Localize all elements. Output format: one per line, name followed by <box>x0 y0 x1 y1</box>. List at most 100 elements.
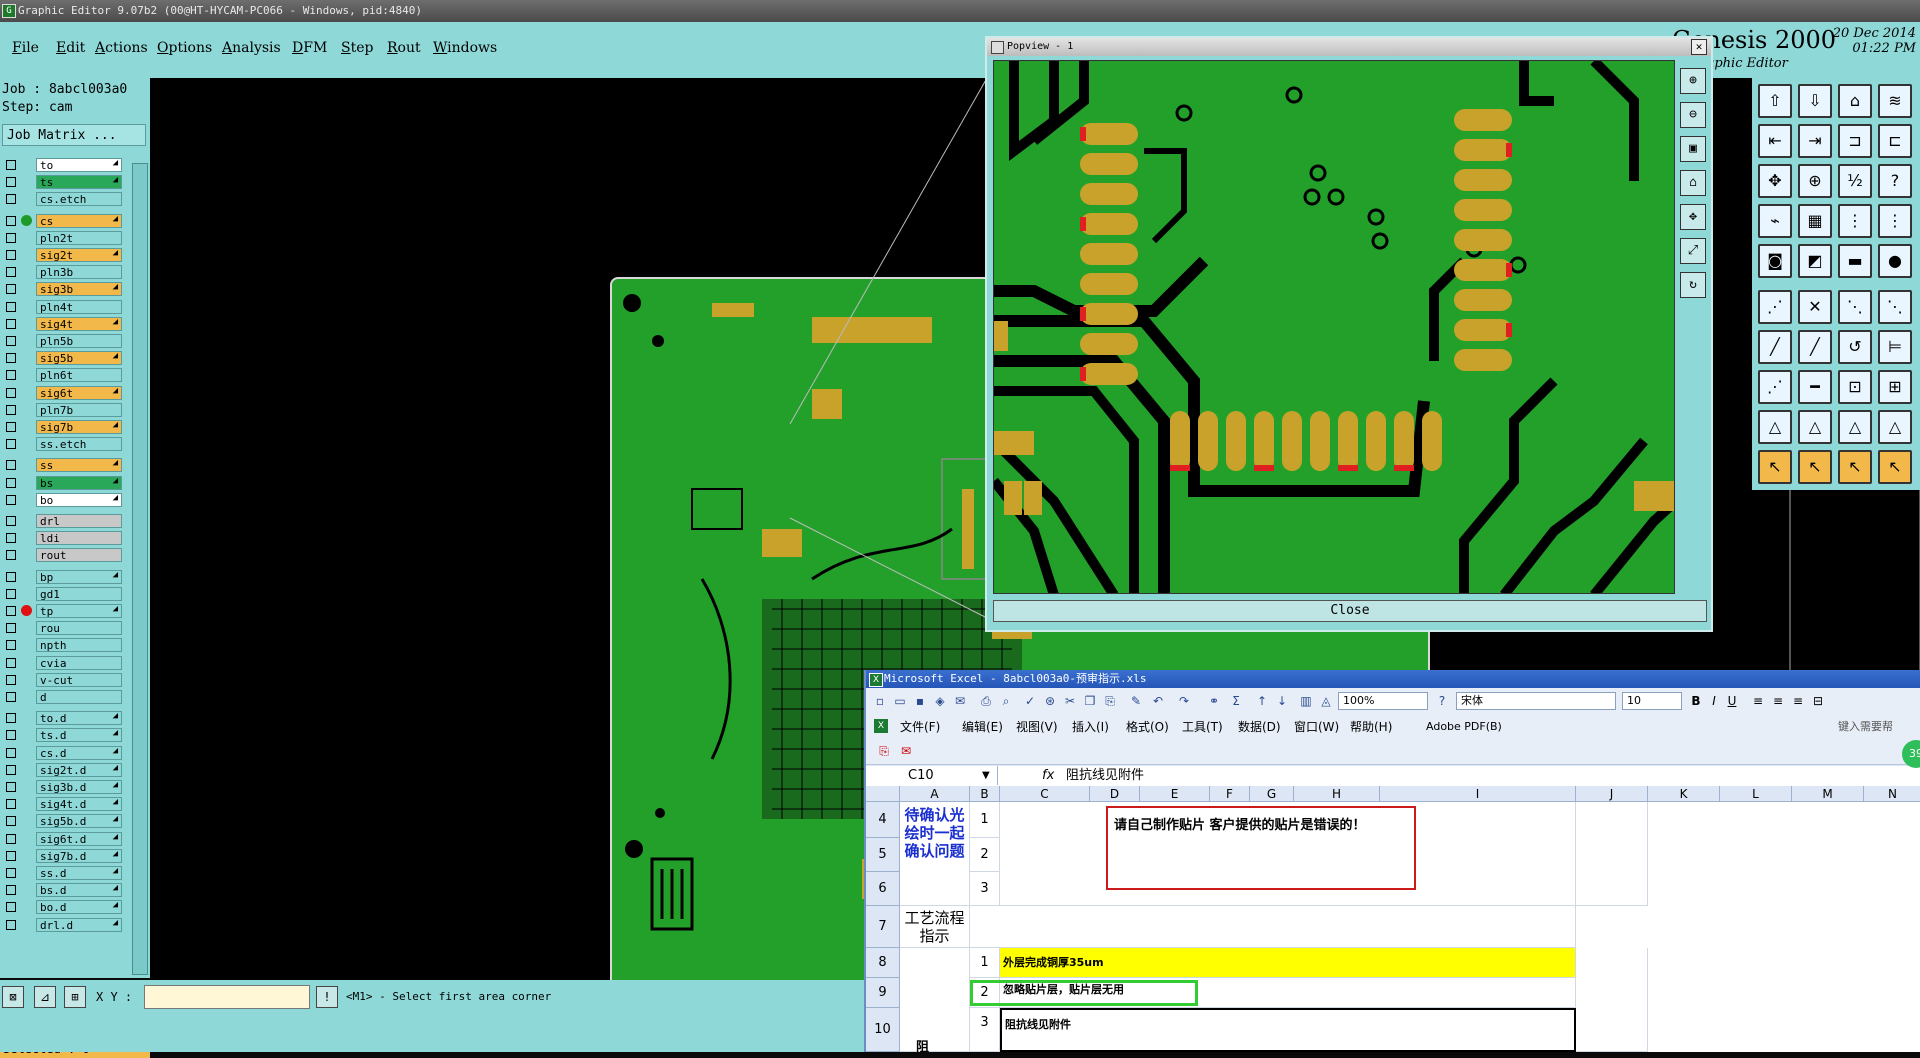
layer-name[interactable]: sig5b <box>36 351 122 366</box>
layer-checkbox[interactable] <box>6 439 16 450</box>
merge-center-icon[interactable]: ⊟ <box>1810 693 1826 709</box>
col-header-j[interactable]: J <box>1576 786 1648 802</box>
layer-arrow-icon[interactable]: ◢ <box>113 175 118 185</box>
comment-note[interactable]: 请自己制作贴片 客户提供的贴片是错误的！ <box>1106 806 1416 890</box>
layer-arrow-icon[interactable]: ◢ <box>113 386 118 396</box>
col-header-e[interactable]: E <box>1140 786 1210 802</box>
xl-menu-format[interactable]: 格式(O) <box>1126 716 1169 738</box>
layer-checkbox[interactable] <box>6 816 16 827</box>
zoom-select[interactable]: 100% <box>1338 692 1428 710</box>
menu-actions[interactable]: Actions <box>95 40 148 56</box>
layer-row-sig2t[interactable]: sig2t ◢ <box>4 248 122 262</box>
popview-titlebar[interactable]: Popview - 1 ✕ <box>987 38 1711 56</box>
layer-row-v-cut[interactable]: v-cut <box>4 672 122 687</box>
layer-name[interactable]: bp <box>36 569 122 584</box>
cell-a7[interactable]: 工艺流程指示 <box>900 906 970 948</box>
layer-checkbox[interactable] <box>6 318 16 329</box>
snap-icon[interactable]: ⊠ <box>2 986 24 1008</box>
layer-checkbox[interactable] <box>6 713 16 724</box>
layer-row-cs[interactable]: cs ◢ <box>4 213 122 228</box>
layer-checkbox[interactable] <box>6 232 16 243</box>
layer-checkbox[interactable] <box>6 177 16 188</box>
layer-row-pln5b[interactable]: pln5b <box>4 334 122 348</box>
layer-arrow-icon[interactable]: ◢ <box>113 158 118 168</box>
layer-name[interactable]: sig4t.d <box>36 797 122 812</box>
layer-name[interactable]: cs <box>36 213 122 228</box>
close-icon[interactable]: ✕ <box>1691 39 1707 55</box>
arc-icon[interactable]: ↺ <box>1838 330 1872 364</box>
col-header-k[interactable]: K <box>1648 786 1720 802</box>
layer-arrow-icon[interactable]: ◢ <box>113 282 118 292</box>
open-icon[interactable]: ▭ <box>892 693 908 709</box>
layer-checkbox[interactable] <box>6 764 16 775</box>
row-header-8[interactable]: 8 <box>866 948 900 978</box>
pad-icon[interactable]: ◙ <box>1758 244 1792 278</box>
layer-name[interactable]: ss <box>36 458 122 473</box>
layer-name[interactable]: cs.etch <box>36 192 122 207</box>
vertex-icon[interactable]: ⋰ <box>1758 370 1792 404</box>
layer-row-cs-etch[interactable]: cs.etch <box>4 192 122 207</box>
layer-row-sig4t[interactable]: sig4t ◢ <box>4 316 122 331</box>
col-header-b[interactable]: B <box>970 786 1000 802</box>
layer-checkbox[interactable] <box>6 353 16 364</box>
redraw-icon[interactable]: ⌁ <box>1758 204 1792 238</box>
print-icon[interactable]: ⎙ <box>978 693 994 709</box>
font-select[interactable]: 宋体 <box>1456 692 1616 710</box>
cell-b5[interactable]: 2 <box>970 838 1000 872</box>
fit-b-icon[interactable]: ⊞ <box>1878 370 1912 404</box>
layer-name[interactable]: bs.d <box>36 883 122 898</box>
align-right-icon[interactable]: ⇥ <box>1798 124 1832 158</box>
cell-j8-range[interactable] <box>1576 948 1648 1052</box>
layer-row-drl-d[interactable]: drl.d ◢ <box>4 917 122 932</box>
zoom-in-icon[interactable]: ⊕ <box>1680 68 1706 94</box>
col-header-f[interactable]: F <box>1210 786 1250 802</box>
formula-input[interactable]: 阻抗线见附件 <box>1066 766 1144 786</box>
layer-checkbox[interactable] <box>6 215 16 226</box>
menu-step[interactable]: Step <box>341 40 373 56</box>
layer-checkbox[interactable] <box>6 588 16 599</box>
layer-name[interactable]: sig6t.d <box>36 831 122 846</box>
layer-checkbox[interactable] <box>6 301 16 312</box>
node-c-icon[interactable]: ⋱ <box>1878 290 1912 324</box>
layer-name[interactable]: pln3b <box>36 265 122 280</box>
layer-arrow-icon[interactable]: ◢ <box>113 604 118 614</box>
layer-checkbox[interactable] <box>6 494 16 505</box>
excel-titlebar[interactable]: X Microsoft Excel - 8abcl003a0-预审指示.xls <box>866 670 1920 688</box>
layer-arrow-icon[interactable]: ◢ <box>113 476 118 486</box>
pan-icon[interactable]: ✥ <box>1680 204 1706 230</box>
col-header-h[interactable]: H <box>1294 786 1380 802</box>
layer-name[interactable]: pln6t <box>36 368 122 383</box>
layer-row-cs-d[interactable]: cs.d ◢ <box>4 745 122 760</box>
layer-arrow-icon[interactable]: ◢ <box>113 214 118 224</box>
layer-row-ts-d[interactable]: ts.d ◢ <box>4 728 122 743</box>
home-icon[interactable]: ⌂ <box>1838 84 1872 118</box>
layer-row-bo[interactable]: bo ◢ <box>4 492 122 507</box>
layer-arrow-icon[interactable]: ◢ <box>113 763 118 773</box>
alert-icon[interactable]: ! <box>316 986 338 1008</box>
pointer-a-icon[interactable]: ↖ <box>1758 450 1792 484</box>
layer-name[interactable]: sig3b <box>36 282 122 297</box>
layer-name[interactable]: ldi <box>36 531 122 546</box>
delete-node-icon[interactable]: ✕ <box>1798 290 1832 324</box>
layer-row-pln6t[interactable]: pln6t <box>4 368 122 383</box>
menu-options[interactable]: Options <box>157 40 212 56</box>
layer-row-bo-d[interactable]: bo.d ◢ <box>4 900 122 915</box>
print-preview-icon[interactable]: ⌕ <box>998 693 1014 709</box>
layer-name[interactable]: ss.d <box>36 866 122 880</box>
layer-arrow-icon[interactable]: ◢ <box>113 728 118 738</box>
layer-checkbox[interactable] <box>6 623 16 634</box>
layer-checkbox[interactable] <box>6 640 16 651</box>
layer-row-rout[interactable]: rout <box>4 548 122 563</box>
popview-zoomed-view[interactable] <box>993 60 1675 594</box>
autosum-icon[interactable]: Σ <box>1228 693 1244 709</box>
row-header-6[interactable]: 6 <box>866 872 900 906</box>
italic-icon[interactable]: I <box>1706 693 1722 709</box>
xl-menu-insert[interactable]: 插入(I) <box>1072 716 1109 738</box>
layer-row-drl[interactable]: drl <box>4 514 122 528</box>
measure-a-icon[interactable]: ⊨ <box>1878 330 1912 364</box>
xl-menu-adobe-pdf[interactable]: Adobe PDF(B) <box>1426 716 1502 738</box>
layer-arrow-icon[interactable]: ◢ <box>113 849 118 859</box>
scale-half-icon[interactable]: ½ <box>1838 164 1872 198</box>
cell-c10[interactable]: 阻抗线见附件 <box>1000 1008 1576 1052</box>
layer-name[interactable]: sig7b <box>36 420 122 434</box>
